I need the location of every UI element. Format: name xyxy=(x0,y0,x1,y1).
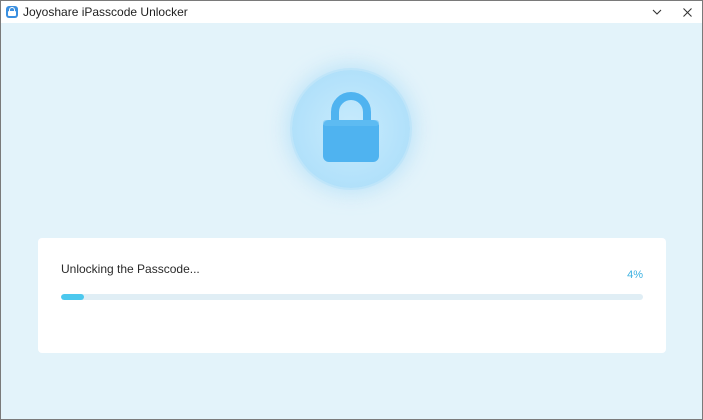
app-logo-icon xyxy=(6,6,18,18)
window-controls xyxy=(642,1,702,23)
progress-bar xyxy=(61,294,643,300)
app-window: Joyoshare iPasscode Unlocker Unlocking t… xyxy=(0,0,703,420)
progress-status-label: Unlocking the Passcode... xyxy=(61,262,200,276)
progress-card: Unlocking the Passcode... 4% xyxy=(38,238,666,353)
main-content: Unlocking the Passcode... 4% xyxy=(1,23,702,419)
lock-halo xyxy=(292,70,410,188)
window-title: Joyoshare iPasscode Unlocker xyxy=(23,5,188,19)
minimize-dropdown-button[interactable] xyxy=(642,1,672,23)
close-icon xyxy=(682,7,692,17)
title-bar[interactable]: Joyoshare iPasscode Unlocker xyxy=(1,1,702,23)
progress-bar-fill xyxy=(61,294,85,300)
padlock-icon xyxy=(323,92,379,162)
close-button[interactable] xyxy=(672,1,702,23)
progress-percent-label: 4% xyxy=(627,269,643,281)
chevron-down-icon xyxy=(652,9,662,15)
